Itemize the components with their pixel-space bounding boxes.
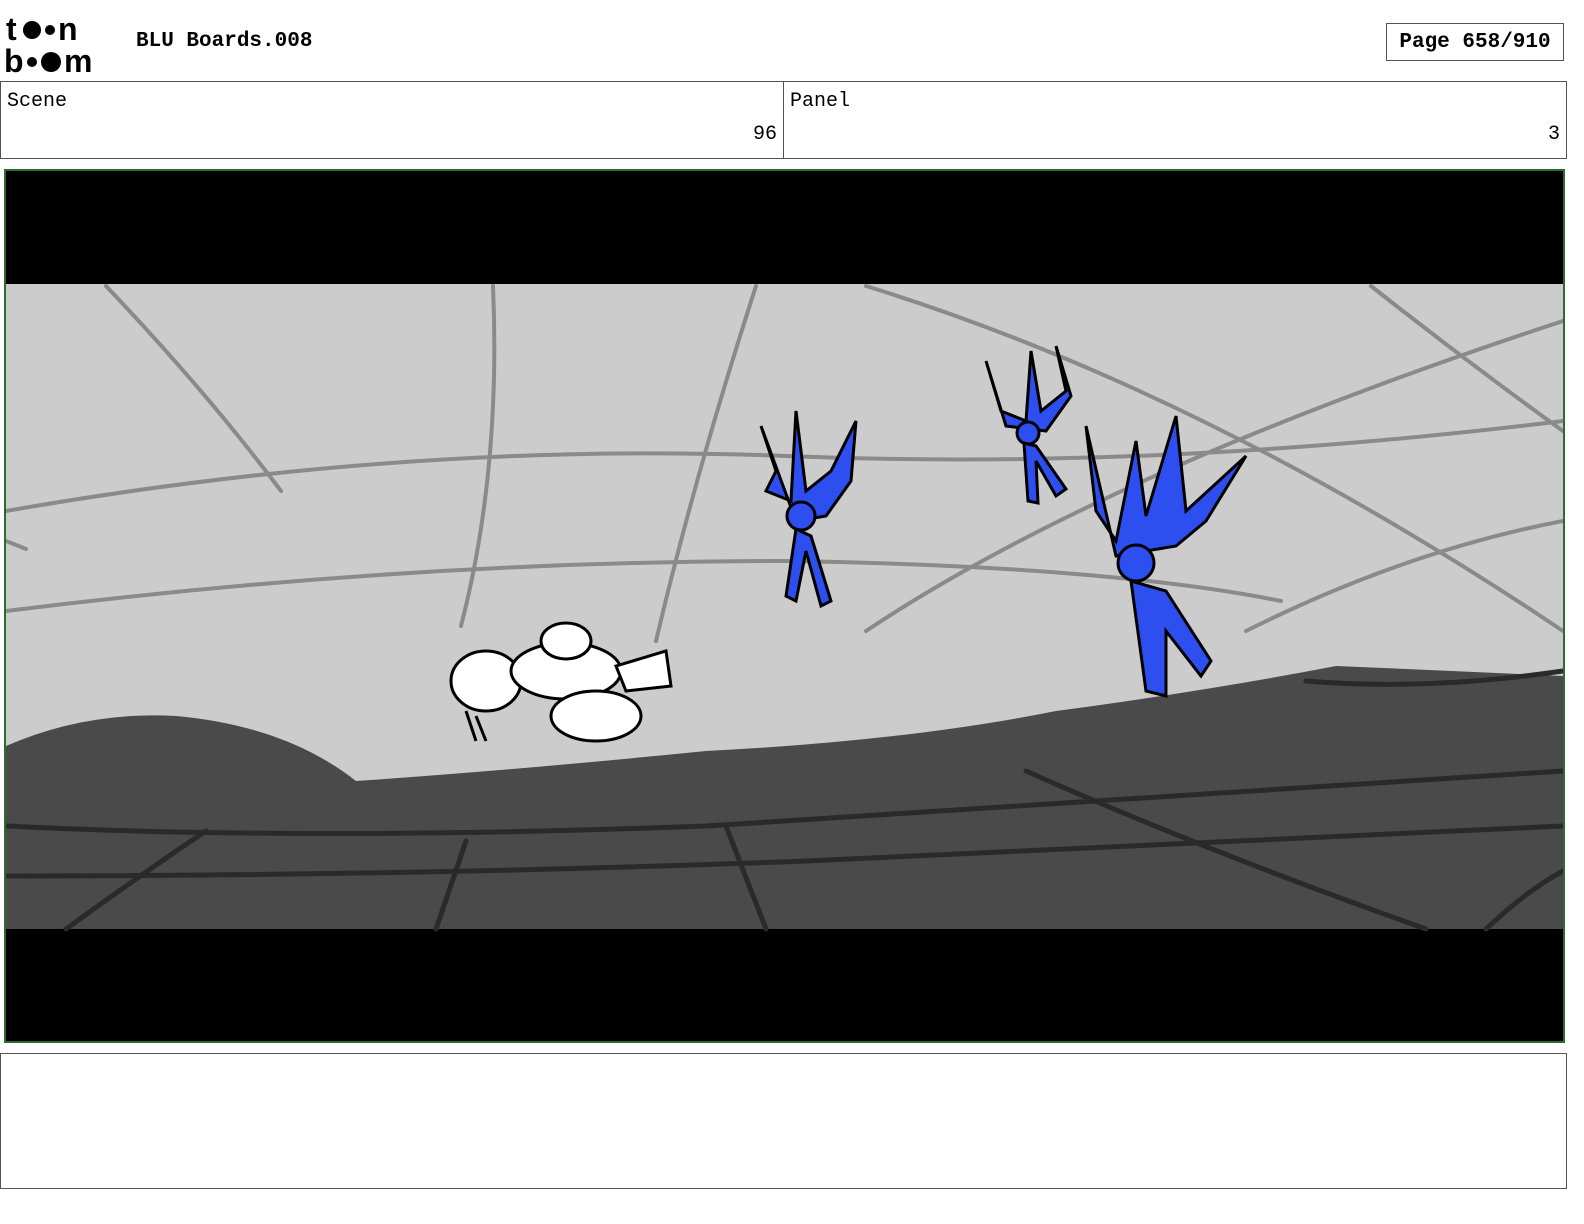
svg-text:t: t: [6, 12, 17, 47]
storyboard-panel-image: [4, 169, 1565, 1043]
storyboard-drawing: [6, 171, 1563, 1041]
svg-text:n: n: [58, 12, 78, 47]
panel-number: 3: [1547, 123, 1560, 146]
scene-cell: Scene 96: [1, 82, 783, 158]
svg-text:m: m: [64, 43, 92, 76]
svg-text:b: b: [4, 43, 24, 76]
scene-panel-row: Scene 96 Panel 3: [0, 81, 1567, 159]
panel-label: Panel: [790, 90, 851, 113]
document-title: BLU Boards.008: [136, 30, 313, 53]
scene-number: 96: [752, 123, 777, 146]
panel-cell: Panel 3: [783, 82, 1566, 158]
panel-notes-box: [0, 1053, 1567, 1189]
scene-label: Scene: [7, 90, 68, 113]
page-number-badge: Page 658/910: [1386, 23, 1564, 61]
toonboom-logo: t n b m: [4, 12, 92, 76]
page-header: t n b m BLU Boards.008 Page 658/910: [0, 0, 1584, 82]
